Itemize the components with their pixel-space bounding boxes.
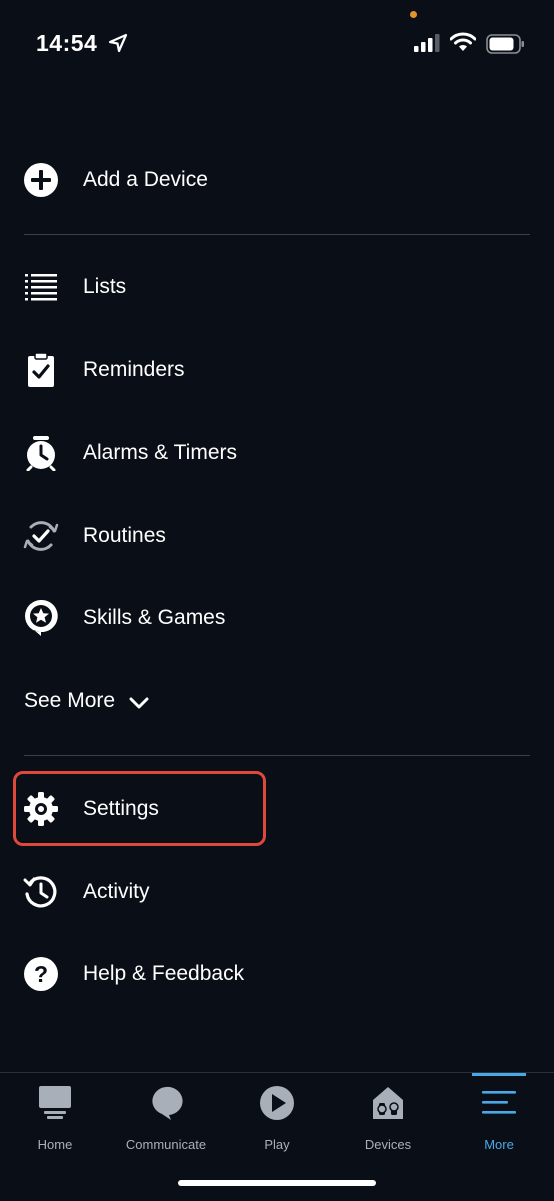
menu-item-help-feedback[interactable]: ? Help & Feedback <box>0 939 554 1009</box>
tab-devices[interactable]: Devices <box>333 1083 443 1153</box>
tab-home[interactable]: Home <box>0 1083 110 1153</box>
location-arrow-icon <box>108 33 128 53</box>
alarm-clock-icon <box>22 434 60 472</box>
tab-play[interactable]: Play <box>222 1083 332 1153</box>
play-icon <box>222 1083 332 1123</box>
menu-item-label: Help & Feedback <box>83 962 245 985</box>
status-bar: 14:54 <box>0 0 554 90</box>
clipboard-check-icon <box>22 351 60 389</box>
tab-label: Communicate <box>125 1137 207 1152</box>
chat-bubble-icon <box>111 1083 221 1123</box>
menu-lines-icon <box>444 1083 554 1123</box>
settings-highlight-box <box>13 771 266 846</box>
menu-item-label: Lists <box>83 275 127 298</box>
chevron-down-icon <box>129 697 149 709</box>
tab-label: More <box>484 1137 514 1152</box>
home-icon <box>0 1083 110 1123</box>
tab-label: Play <box>264 1137 290 1152</box>
menu-item-label: Routines <box>83 524 166 547</box>
menu-item-label: Activity <box>83 880 150 903</box>
history-icon <box>22 873 60 911</box>
menu-item-reminders[interactable]: Reminders <box>0 335 554 405</box>
svg-text:?: ? <box>34 961 48 987</box>
add-device-item[interactable]: Add a Device <box>0 145 554 215</box>
menu-item-alarms-timers[interactable]: Alarms & Timers <box>0 418 554 488</box>
menu-item-activity[interactable]: Activity <box>0 857 554 927</box>
star-bubble-icon <box>22 599 60 637</box>
signal-icon <box>414 34 440 52</box>
home-indicator[interactable] <box>178 1180 376 1186</box>
menu-item-label: Reminders <box>83 358 185 381</box>
plus-circle-icon <box>22 161 60 199</box>
menu-item-label: Alarms & Timers <box>83 441 238 464</box>
menu-item-label: Skills & Games <box>83 606 226 629</box>
devices-icon <box>333 1083 443 1123</box>
active-tab-indicator <box>472 1073 526 1076</box>
divider <box>24 234 530 235</box>
tab-communicate[interactable]: Communicate <box>111 1083 221 1153</box>
see-more-label: See More <box>24 689 116 712</box>
status-time: 14:54 <box>36 30 98 56</box>
tab-more[interactable]: More <box>444 1083 554 1153</box>
wifi-icon <box>450 32 476 51</box>
add-device-label: Add a Device <box>83 168 208 191</box>
list-icon <box>22 268 60 306</box>
see-more-button[interactable]: See More <box>24 683 149 719</box>
menu-item-lists[interactable]: Lists <box>0 252 554 322</box>
divider <box>24 755 530 756</box>
tab-label: Devices <box>364 1137 412 1152</box>
menu-item-routines[interactable]: Routines <box>0 501 554 571</box>
menu-item-skills-games[interactable]: Skills & Games <box>0 583 554 653</box>
privacy-indicator-dot <box>410 11 417 18</box>
tab-label: Home <box>37 1137 73 1152</box>
routine-check-icon <box>22 517 60 555</box>
battery-icon <box>486 34 524 54</box>
question-circle-icon: ? <box>22 955 60 993</box>
